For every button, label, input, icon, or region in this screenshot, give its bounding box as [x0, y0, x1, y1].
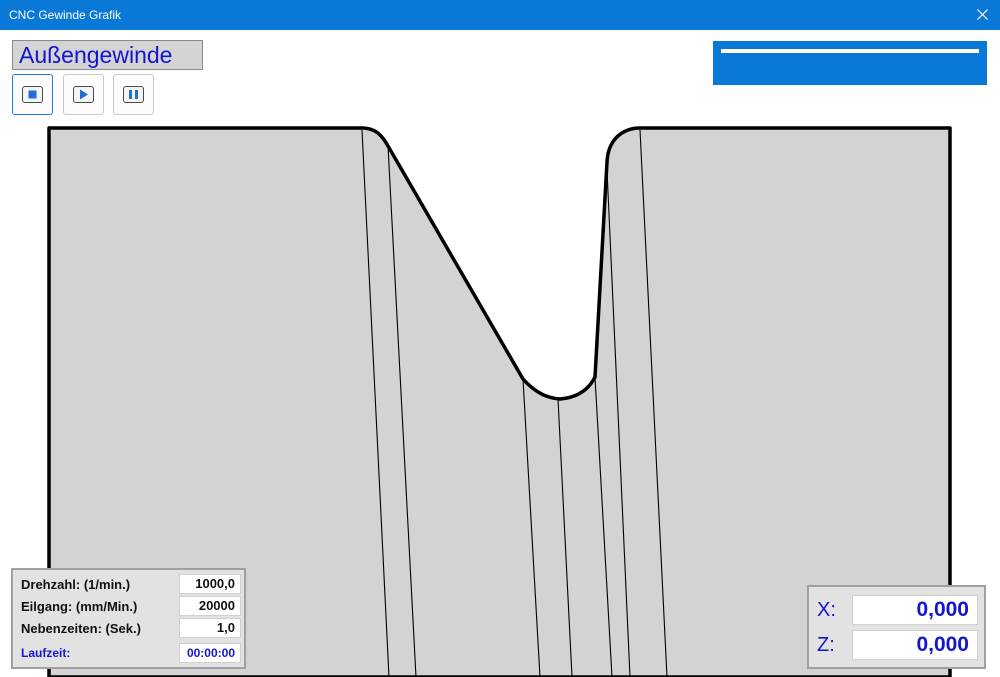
pause-button[interactable]: [113, 74, 154, 115]
play-button[interactable]: [63, 74, 104, 115]
laufzeit-value: 00:00:00: [179, 643, 241, 663]
z-value: 0,000: [852, 630, 978, 660]
stop-icon: [28, 90, 37, 99]
x-value: 0,000: [852, 595, 978, 625]
info-panel: Drehzahl: (1/min.) 1000,0 Eilgang: (mm/M…: [11, 568, 246, 669]
pause-icon: [129, 90, 138, 99]
info-row-eilgang: Eilgang: (mm/Min.) 20000: [13, 596, 244, 616]
eilgang-field[interactable]: 20000: [179, 596, 241, 616]
info-row-drehzahl: Drehzahl: (1/min.) 1000,0: [13, 574, 244, 594]
coord-row-x: X: 0,000: [809, 594, 984, 626]
stop-button[interactable]: [12, 74, 53, 115]
nebenzeiten-field[interactable]: 1,0: [179, 618, 241, 638]
info-row-nebenzeiten: Nebenzeiten: (Sek.) 1,0: [13, 618, 244, 638]
x-label: X:: [817, 599, 836, 621]
progress-panel: [713, 41, 987, 85]
nebenzeiten-label: Nebenzeiten: (Sek.): [21, 621, 141, 636]
progress-segment: [721, 49, 896, 53]
laufzeit-label: Laufzeit:: [21, 646, 71, 660]
drehzahl-field[interactable]: 1000,0: [179, 574, 241, 594]
play-icon: [80, 89, 88, 100]
z-label: Z:: [817, 634, 835, 656]
coord-row-z: Z: 0,000: [809, 629, 984, 661]
mode-label: Außengewinde: [12, 40, 203, 70]
progress-segment: [894, 49, 979, 53]
coordinates-panel: X: 0,000 Z: 0,000: [807, 585, 986, 669]
info-row-laufzeit: Laufzeit: 00:00:00: [13, 643, 244, 663]
drehzahl-label: Drehzahl: (1/min.): [21, 577, 131, 592]
eilgang-label: Eilgang: (mm/Min.): [21, 599, 138, 614]
